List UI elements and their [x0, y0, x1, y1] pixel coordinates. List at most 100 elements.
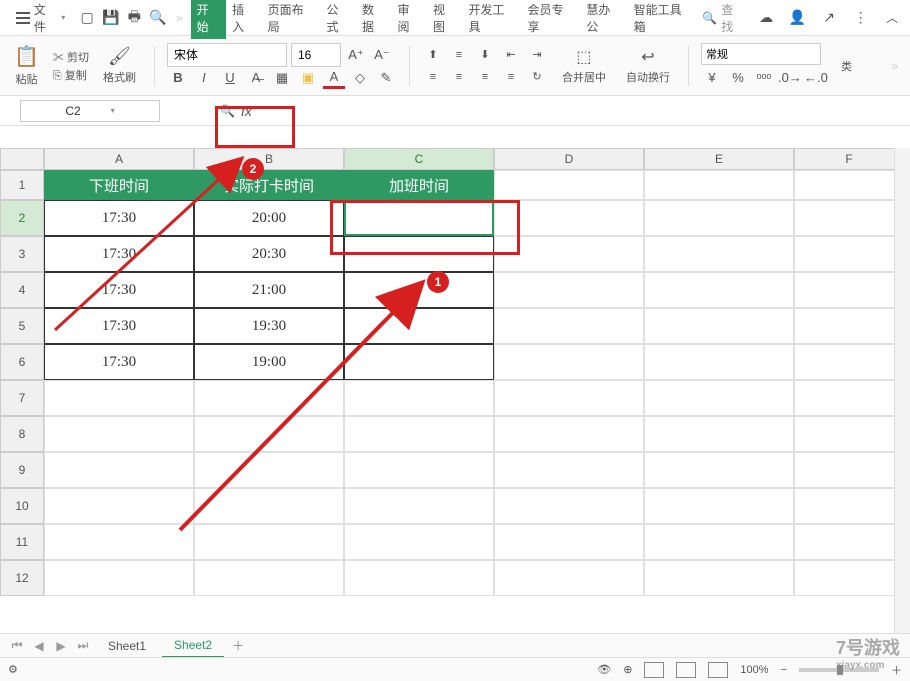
cell-e3[interactable] [644, 236, 794, 272]
row-header-7[interactable]: 7 [0, 380, 44, 416]
cell[interactable] [44, 452, 194, 488]
cell[interactable] [494, 380, 644, 416]
font-color-button[interactable]: A [323, 67, 345, 89]
name-box-dropdown-icon[interactable]: ▾ [111, 106, 115, 115]
row-header-12[interactable]: 12 [0, 560, 44, 596]
cell-a1[interactable]: 下班时间 [44, 170, 194, 200]
cell[interactable] [494, 560, 644, 596]
add-sheet-button[interactable]: ＋ [228, 636, 248, 656]
print-icon[interactable]: 🖶 [125, 8, 145, 28]
decrease-font-icon[interactable]: A⁻ [371, 44, 393, 66]
cell[interactable] [794, 452, 904, 488]
zoom-out-icon[interactable]: − [781, 664, 787, 676]
cell-b2[interactable]: 20:00 [194, 200, 344, 236]
font-size-select[interactable] [291, 43, 341, 67]
highlight-button[interactable]: ◇ [349, 67, 371, 89]
cell[interactable] [644, 452, 794, 488]
search-box[interactable]: 🔍 查找 [702, 1, 744, 35]
bold-button[interactable]: B [167, 67, 189, 89]
select-all-corner[interactable] [0, 148, 44, 170]
comma-icon[interactable]: ᵒᵒᵒ [753, 67, 775, 89]
underline-button[interactable]: U [219, 67, 241, 89]
collapse-ribbon-icon[interactable]: ︿ [882, 8, 902, 28]
row-header-4[interactable]: 4 [0, 272, 44, 308]
view-normal-icon[interactable] [644, 662, 664, 678]
row-header-11[interactable]: 11 [0, 524, 44, 560]
align-center-icon[interactable]: ≡ [448, 66, 470, 88]
cell[interactable] [44, 488, 194, 524]
cell-b1[interactable]: 实际打卡时间 [194, 170, 344, 200]
cell[interactable] [194, 524, 344, 560]
cut-button[interactable]: ✂ 剪切 [53, 49, 89, 65]
record-macro-icon[interactable]: ⚙ [8, 663, 18, 676]
tab-review[interactable]: 审阅 [392, 0, 427, 39]
merge-center-group[interactable]: ⬚ 合并居中 [556, 47, 612, 85]
cell[interactable] [794, 380, 904, 416]
fill-color-button[interactable]: ▣ [297, 67, 319, 89]
cell-f6[interactable] [794, 344, 904, 380]
cell-e2[interactable] [644, 200, 794, 236]
cell-e5[interactable] [644, 308, 794, 344]
italic-button[interactable]: I [193, 67, 215, 89]
cell-d1[interactable] [494, 170, 644, 200]
row-header-10[interactable]: 10 [0, 488, 44, 524]
cell-b3[interactable]: 20:30 [194, 236, 344, 272]
col-header-f[interactable]: F [794, 148, 904, 170]
cell-c2[interactable] [344, 200, 494, 236]
sheet-nav-last-icon[interactable]: ⏭ [74, 637, 92, 655]
formula-input[interactable] [258, 99, 298, 123]
cell[interactable] [194, 560, 344, 596]
cell-d3[interactable] [494, 236, 644, 272]
increase-font-icon[interactable]: A⁺ [345, 44, 367, 66]
sheet-nav-next-icon[interactable]: ▶ [52, 637, 70, 655]
cell-a2[interactable]: 17:30 [44, 200, 194, 236]
cell[interactable] [344, 380, 494, 416]
zoom-in-icon[interactable]: ＋ [891, 662, 902, 678]
orientation-icon[interactable]: ↻ [526, 66, 548, 88]
qat-overflow[interactable]: » [176, 11, 183, 25]
cell-f5[interactable] [794, 308, 904, 344]
row-header-3[interactable]: 3 [0, 236, 44, 272]
cell-a4[interactable]: 17:30 [44, 272, 194, 308]
row-header-5[interactable]: 5 [0, 308, 44, 344]
cell[interactable] [644, 416, 794, 452]
tab-member[interactable]: 会员专享 [521, 0, 580, 39]
cell-d2[interactable] [494, 200, 644, 236]
strikethrough-button[interactable]: A̶ [245, 67, 267, 89]
ribbon-overflow[interactable]: » [891, 59, 898, 73]
cell[interactable] [644, 560, 794, 596]
row-header-1[interactable]: 1 [0, 170, 44, 200]
cell[interactable] [344, 560, 494, 596]
more-icon[interactable]: ⋮ [851, 8, 871, 28]
cell[interactable] [794, 416, 904, 452]
copy-button[interactable]: ⎘ 复制 [53, 67, 89, 83]
eye-icon[interactable]: 👁 [597, 663, 611, 676]
tab-start[interactable]: 开始 [191, 0, 226, 39]
preview-icon[interactable]: 🔍 [148, 8, 168, 28]
settings-icon[interactable]: ⊕ [623, 663, 632, 676]
category-group[interactable]: 类 [835, 58, 858, 74]
cell[interactable] [494, 416, 644, 452]
tab-pagelayout[interactable]: 页面布局 [262, 0, 321, 39]
cell-d5[interactable] [494, 308, 644, 344]
cell[interactable] [644, 380, 794, 416]
cell[interactable] [794, 488, 904, 524]
vertical-scrollbar[interactable] [894, 148, 910, 633]
sheet-tab-2[interactable]: Sheet2 [162, 634, 224, 658]
cell-c1[interactable]: 加班时间 [344, 170, 494, 200]
cell-f1[interactable] [794, 170, 904, 200]
zoom-slider[interactable] [799, 668, 879, 672]
cell-c6[interactable] [344, 344, 494, 380]
cell-d6[interactable] [494, 344, 644, 380]
col-header-a[interactable]: A [44, 148, 194, 170]
cell[interactable] [194, 452, 344, 488]
align-justify-icon[interactable]: ≡ [500, 66, 522, 88]
col-header-b[interactable]: B [194, 148, 344, 170]
cell[interactable] [44, 560, 194, 596]
cell[interactable] [194, 380, 344, 416]
font-name-select[interactable] [167, 43, 287, 67]
row-header-8[interactable]: 8 [0, 416, 44, 452]
cell-e1[interactable] [644, 170, 794, 200]
view-pagelayout-icon[interactable] [708, 662, 728, 678]
row-header-2[interactable]: 2 [0, 200, 44, 236]
